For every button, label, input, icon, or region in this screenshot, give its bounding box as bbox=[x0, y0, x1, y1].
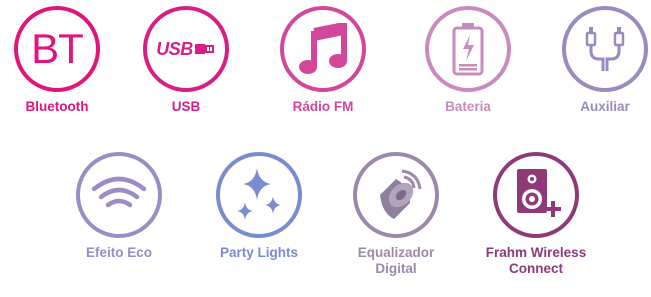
bluetooth-circle: BT bbox=[14, 6, 100, 92]
efeito-eco-circle bbox=[76, 152, 162, 238]
feature-label-efeito-eco: Efeito Eco bbox=[85, 245, 152, 260]
feature-party-lights: Party Lights bbox=[194, 152, 324, 261]
battery-charging-icon bbox=[452, 23, 484, 76]
feature-bateria: Bateria bbox=[403, 6, 533, 115]
feature-label-party-lights: Party Lights bbox=[219, 245, 298, 260]
feature-radio-fm: Rádio FM bbox=[258, 6, 388, 115]
auxiliar-circle bbox=[562, 6, 648, 92]
feature-label-bluetooth: Bluetooth bbox=[25, 99, 89, 114]
feature-bluetooth: BT Bluetooth bbox=[0, 6, 122, 115]
wifi-echo-icon bbox=[91, 176, 147, 208]
radio-fm-circle bbox=[280, 6, 366, 92]
feature-frahm-wireless: Frahm Wireless Connect bbox=[471, 152, 601, 277]
usb-icon: USB bbox=[156, 39, 216, 60]
feature-usb: USB USB bbox=[121, 6, 251, 115]
aux-cable-icon bbox=[585, 27, 625, 71]
party-lights-circle bbox=[216, 152, 302, 238]
feature-equalizador: Equalizador Digital bbox=[331, 152, 461, 277]
feature-label-bateria: Bateria bbox=[445, 99, 491, 114]
feature-label-equalizador: Equalizador Digital bbox=[357, 245, 435, 276]
speaker-cone-icon bbox=[380, 169, 422, 219]
feature-label-usb: USB bbox=[171, 99, 201, 114]
feature-label-auxiliar: Auxiliar bbox=[580, 99, 630, 114]
speaker-plus-icon bbox=[517, 169, 561, 217]
sparkles-icon bbox=[237, 168, 281, 220]
usb-circle: USB bbox=[143, 6, 229, 92]
feature-auxiliar: Auxiliar bbox=[540, 6, 651, 115]
equalizador-circle bbox=[353, 152, 439, 238]
feature-label-radio-fm: Rádio FM bbox=[292, 99, 354, 114]
frahm-wireless-circle bbox=[493, 152, 579, 238]
feature-efeito-eco: Efeito Eco bbox=[54, 152, 184, 261]
bateria-circle bbox=[425, 6, 511, 92]
feature-label-frahm-wireless: Frahm Wireless Connect bbox=[485, 245, 587, 276]
bt-text-icon: BT bbox=[31, 25, 84, 72]
music-note-icon bbox=[299, 23, 347, 74]
